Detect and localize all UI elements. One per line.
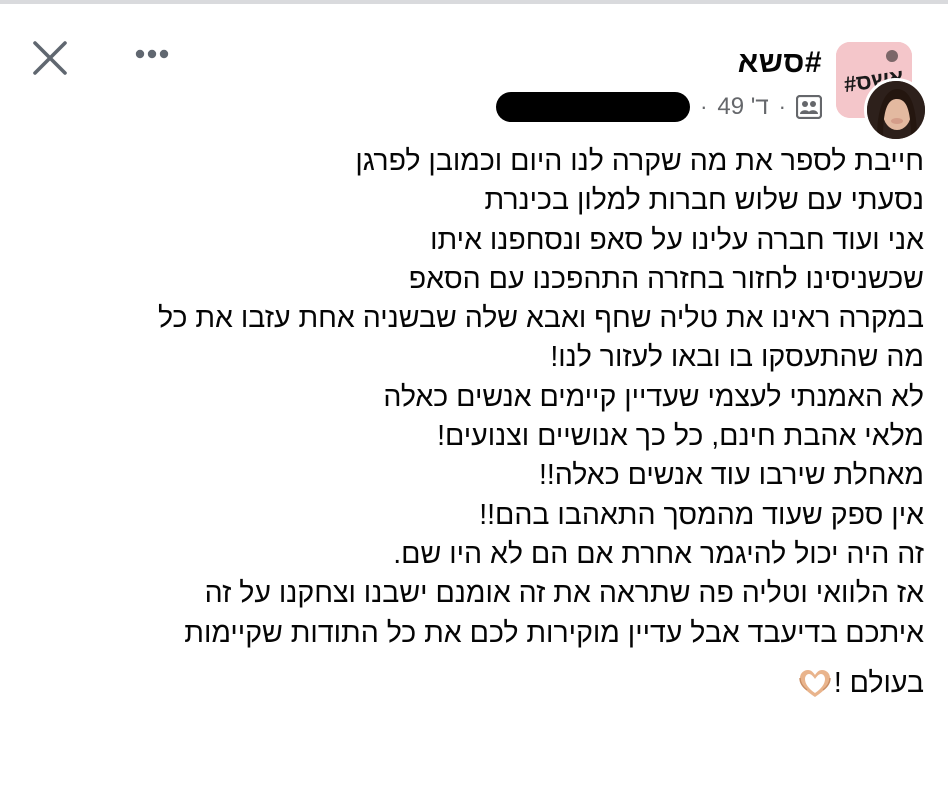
post-line: נסעתי עם שלוש חברות למלון בכינרת [484,184,924,217]
post-line: אין ספק שעוד מהמסך התאהבו בהם!! [479,498,924,531]
profile-photo-icon [867,81,925,139]
post-line: איתכם בדיעבד אבל עדיין מוקירות לכם את כל… [184,616,924,649]
post-line: אני ועוד חברה עלינו על סאפ ונסחפנו איתו [430,223,924,256]
post-meta: · 49 'ד · [496,92,822,122]
post-time[interactable]: 49 'ד [717,93,768,121]
group-members-icon [796,95,822,119]
more-options-icon [135,49,169,59]
post-line: מה שהתעסקו בו ובאו לעזור לנו! [550,341,924,374]
meta-separator: · [778,94,786,119]
post-line: מאחלת שירבו עוד אנשים כאלה!! [538,459,924,492]
avatar-cluster[interactable]: #אשס [836,42,928,142]
post-line: אז הלוואי וטליה פה שתראה את זה אומנם ישב… [204,577,924,610]
post-body: חייבת לספר את מה שקרה לנו היום וכמובן לפ… [24,142,924,703]
post-line: חייבת לספר את מה שקרה לנו היום וכמובן לפ… [355,145,924,177]
post-line: במקרה ראינו את טליה שחף ואבא שלה שבשניה … [157,302,924,335]
group-name[interactable]: סשא# [738,46,822,80]
redacted-author-name [496,92,691,122]
post-line-last: בעולם ! [24,664,924,703]
post-line-last-text: בעולם ! [833,666,924,699]
more-options-button[interactable] [128,40,176,68]
post-line: לא האמנתי לעצמי שעדיין קיימים אנשים כאלה [383,380,924,413]
post-line: זה היה יכול להיגמר אחרת אם הם לא היו שם. [393,537,924,570]
post-line: מלאי אהבת חינם, כל כך אנושיים וצנועים! [437,420,924,453]
close-button[interactable] [28,36,72,80]
post-view: #אשס סשא# · 49 'ד · חייבת לספר את מה שקר… [0,0,948,786]
author-avatar[interactable] [864,78,928,142]
meta-separator-2: · [700,94,708,119]
close-icon [33,41,67,75]
post-line: שכשניסינו לחזור בחזרה התהפכנו עם הסאפ [408,262,924,295]
top-divider [0,0,948,4]
heart-hands-icon [799,669,831,697]
